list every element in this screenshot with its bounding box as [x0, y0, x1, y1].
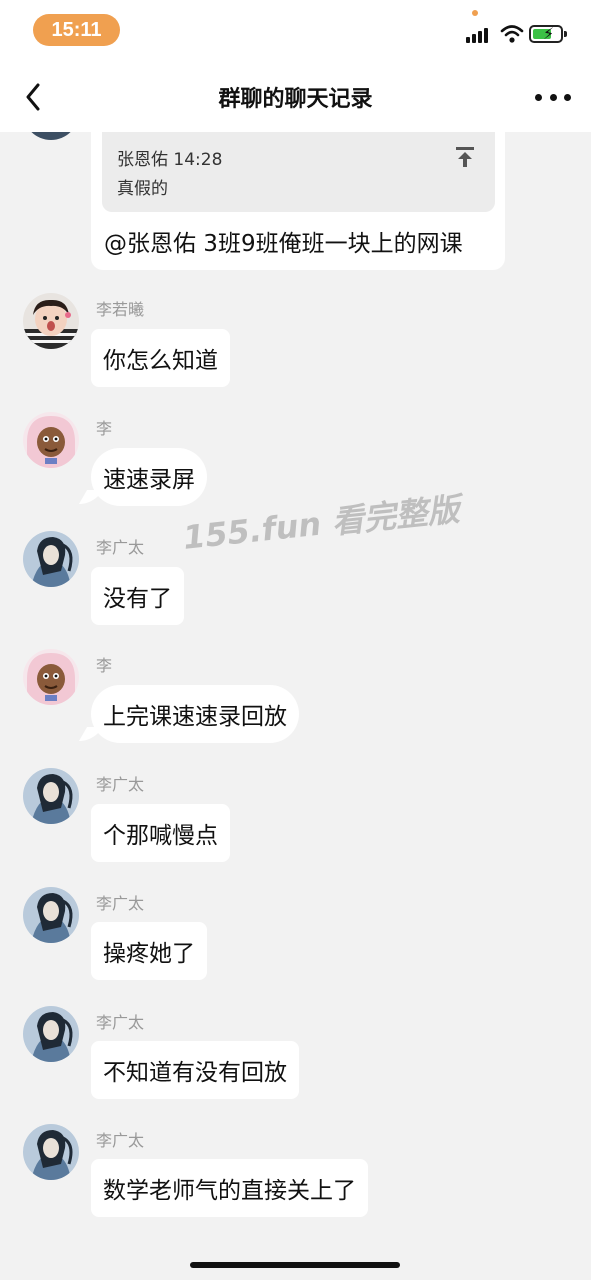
more-dots-icon: [535, 93, 542, 101]
cartoon-avatar[interactable]: [23, 649, 79, 705]
message-bubble[interactable]: 没有了: [91, 567, 184, 625]
battery-charging-icon: ⚡: [529, 24, 567, 43]
home-indicator[interactable]: [190, 1262, 400, 1268]
message-bubble[interactable]: 上完课速速录回放: [91, 685, 299, 743]
sender-name: 李: [96, 656, 113, 675]
page-title: 群聊的聊天记录: [218, 87, 373, 112]
sender-name: 李广太: [96, 1013, 145, 1032]
cartoon-avatar[interactable]: [23, 412, 79, 468]
message-text: @张恩佑 3班9班俺班一块上的网课: [104, 231, 463, 257]
message-text: 速速录屏: [103, 467, 195, 493]
sender-name: 李广太: [96, 775, 145, 794]
arrow-to-top-icon[interactable]: [455, 146, 475, 168]
anime-avatar[interactable]: [23, 1006, 79, 1062]
status-bar: 15:11 ⚡: [0, 0, 591, 62]
privacy-indicator-dot: [472, 10, 478, 16]
child-avatar[interactable]: [23, 293, 79, 349]
message-text: 没有了: [103, 586, 172, 612]
chat-history-list[interactable]: 张恩佑 14:28 真假的 @张恩佑 3班9班俺班一块上的网课 李若曦 你怎么知…: [0, 132, 591, 1280]
quoted-sender-time: 张恩佑 14:28: [117, 150, 223, 170]
message-bubble[interactable]: 个那喊慢点: [91, 804, 230, 862]
message-bubble[interactable]: 数学老师气的直接关上了: [91, 1159, 368, 1217]
anime-avatar[interactable]: [23, 887, 79, 943]
app-screen: 15:11 ⚡ 群聊的聊天记录 张恩佑 14:28 真假的 @张恩佑 3班9班俺…: [0, 0, 591, 1280]
anime-avatar[interactable]: [23, 1124, 79, 1180]
status-time: 15:11: [33, 14, 120, 46]
anime-avatar[interactable]: [23, 531, 79, 587]
message-text: 个那喊慢点: [103, 823, 218, 849]
wifi-icon: [500, 25, 524, 43]
message-bubble[interactable]: 速速录屏: [91, 448, 207, 506]
quote-message-bubble[interactable]: 张恩佑 14:28 真假的 @张恩佑 3班9班俺班一块上的网课: [91, 132, 505, 270]
chevron-left-icon: [26, 83, 40, 111]
message-text: 不知道有没有回放: [103, 1060, 287, 1086]
message-bubble[interactable]: 操疼她了: [91, 922, 207, 980]
sender-name: 李: [96, 419, 113, 438]
avatar[interactable]: [23, 132, 79, 140]
sender-name: 李广太: [96, 538, 145, 557]
sender-name: 李广太: [96, 1131, 145, 1150]
message-text: 数学老师气的直接关上了: [103, 1178, 356, 1204]
sender-name: 李若曦: [96, 300, 145, 319]
nav-bar: 群聊的聊天记录: [0, 62, 591, 132]
signal-icon: [466, 27, 494, 43]
message-bubble[interactable]: 你怎么知道: [91, 329, 230, 387]
anime-avatar[interactable]: [23, 768, 79, 824]
quoted-message-box[interactable]: 张恩佑 14:28 真假的: [102, 132, 495, 212]
message-bubble[interactable]: 不知道有没有回放: [91, 1041, 299, 1099]
message-text: 上完课速速录回放: [103, 704, 287, 730]
more-options-button[interactable]: [535, 89, 571, 105]
message-text: 操疼她了: [103, 941, 195, 967]
quoted-text: 真假的: [117, 179, 168, 199]
message-text: 你怎么知道: [103, 348, 218, 374]
sender-name: 李广太: [96, 894, 145, 913]
back-button[interactable]: [18, 82, 48, 112]
